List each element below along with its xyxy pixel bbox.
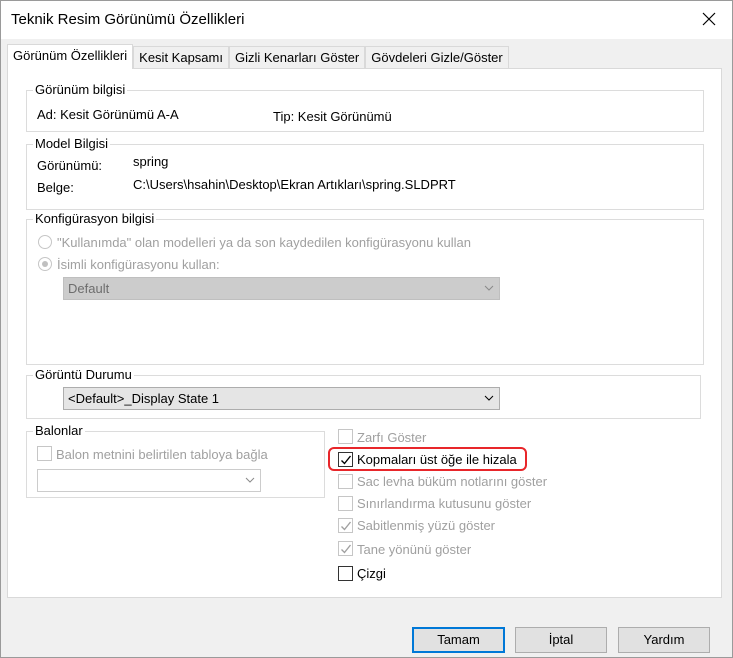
display-state-title: Görüntü Durumu [33,367,134,383]
model-info-title: Model Bilgisi [33,136,110,152]
model-view-value: spring [133,154,169,169]
grain-direction-label: Tane yönünü göster [357,542,472,557]
display-state-group: Görüntü Durumu <Default>_Display State 1 [26,367,701,419]
balloons-group: Balonlar Balon metnini belirtilen tabloy… [26,423,325,498]
balloon-link-label: Balon metnini belirtilen tabloya bağla [56,447,268,462]
tab-section-scope[interactable]: Kesit Kapsamı [133,46,229,69]
chevron-down-icon [483,389,495,407]
properties-dialog: Teknik Resim Görünümü Özellikleri Görünü… [0,0,733,658]
chevron-down-icon [244,471,256,489]
show-envelope-checkbox[interactable] [338,429,353,444]
display-state-value: <Default>_Display State 1 [68,391,220,406]
radio-named-config[interactable] [38,257,52,271]
checkmark-icon [341,521,352,531]
model-info-group: Model Bilgisi Görünümü: spring Belge: C:… [26,136,704,210]
balloon-link-checkbox[interactable] [37,446,52,461]
line-label: Çizgi [357,566,386,581]
align-breaks-label: Kopmaları üst öğe ile hizala [357,452,517,467]
checkmark-icon [341,455,352,465]
config-select-value: Default [68,281,110,296]
config-info-title: Konfigürasyon bilgisi [33,211,157,227]
bounding-box-label: Sınırlandırma kutusunu göster [357,496,532,511]
align-breaks-checkbox[interactable] [338,452,353,467]
model-doc-label: Belge: [37,180,74,195]
sheet-metal-notes-label: Sac levha büküm notlarını göster [357,474,548,489]
cancel-button[interactable]: İptal [515,627,607,653]
close-button[interactable] [686,1,732,39]
tab-bar: Görünüm Özellikleri Kesit Kapsamı Gizli … [7,44,509,69]
balloon-table-select[interactable] [37,469,261,492]
fixed-face-checkbox[interactable] [338,518,353,533]
display-state-select[interactable]: <Default>_Display State 1 [63,387,500,410]
close-icon [702,9,716,32]
model-doc-value: C:\Users\hsahin\Desktop\Ekran Artıkları\… [133,177,456,192]
tab-view-properties[interactable]: Görünüm Özellikleri [7,44,134,69]
fixed-face-label: Sabitlenmiş yüzü göster [357,518,496,533]
help-button[interactable]: Yardım [618,627,710,653]
bounding-box-checkbox[interactable] [338,496,353,511]
radio-in-use-label: "Kullanımda" olan modelleri ya da son ka… [57,235,471,250]
radio-in-use-config[interactable] [38,235,52,249]
balloons-title: Balonlar [33,423,85,439]
title-bar: Teknik Resim Görünümü Özellikleri [1,1,732,39]
view-info-group: Görünüm bilgisi Ad: Kesit Görünümü A-A T… [26,82,704,132]
config-info-group: Konfigürasyon bilgisi "Kullanımda" olan … [26,211,704,365]
view-info-title: Görünüm bilgisi [33,82,128,98]
view-type: Tip: Kesit Görünümü [273,109,392,124]
line-checkbox[interactable] [338,566,353,581]
grain-direction-checkbox[interactable] [338,541,353,556]
config-select[interactable]: Default [63,277,500,300]
tab-panel: Görünüm bilgisi Ad: Kesit Görünümü A-A T… [7,68,722,598]
tab-show-hidden-edges[interactable]: Gizli Kenarları Göster [228,46,366,69]
ok-button[interactable]: Tamam [412,627,505,653]
checkmark-icon [341,544,352,554]
show-envelope-label: Zarfı Göster [357,430,427,445]
sheet-metal-notes-checkbox[interactable] [338,474,353,489]
model-view-label: Görünümü: [37,158,103,173]
window-title: Teknik Resim Görünümü Özellikleri [11,11,245,28]
chevron-down-icon [483,279,495,297]
radio-named-label: İsimli konfigürasyonu kullan: [57,257,220,272]
tab-hide-show-bodies[interactable]: Gövdeleri Gizle/Göster [365,46,509,69]
view-name: Ad: Kesit Görünümü A-A [37,107,179,122]
